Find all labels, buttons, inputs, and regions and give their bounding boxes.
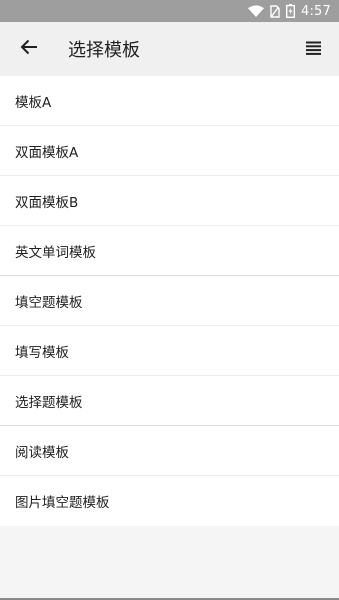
list-item-template[interactable]: 阅读模板 <box>0 426 339 476</box>
wifi-icon <box>248 5 264 17</box>
list-item-template[interactable]: 填写模板 <box>0 326 339 376</box>
status-bar: 4:57 <box>0 0 339 22</box>
template-list: 模板A 双面模板A 双面模板B 英文单词模板 填空题模板 填写模板 选择题模板 … <box>0 76 339 526</box>
page-title: 选择模板 <box>68 40 140 61</box>
list-item-template[interactable]: 填空题模板 <box>0 276 339 326</box>
list-item-template[interactable]: 图片填空题模板 <box>0 476 339 526</box>
list-item-template[interactable]: 模板A <box>0 76 339 126</box>
sim-icon <box>270 4 280 18</box>
list-item-template[interactable]: 选择题模板 <box>0 376 339 426</box>
app-bar: 选择模板 <box>0 22 339 76</box>
menu-button[interactable] <box>297 22 329 76</box>
back-button[interactable] <box>6 22 52 76</box>
list-item-template[interactable]: 双面模板B <box>0 176 339 226</box>
menu-icon <box>305 40 321 59</box>
battery-icon <box>286 4 295 18</box>
list-item-template[interactable]: 双面模板A <box>0 126 339 176</box>
list-item-template[interactable]: 英文单词模板 <box>0 226 339 276</box>
arrow-back-icon <box>20 39 38 59</box>
status-time: 4:57 <box>301 3 331 19</box>
